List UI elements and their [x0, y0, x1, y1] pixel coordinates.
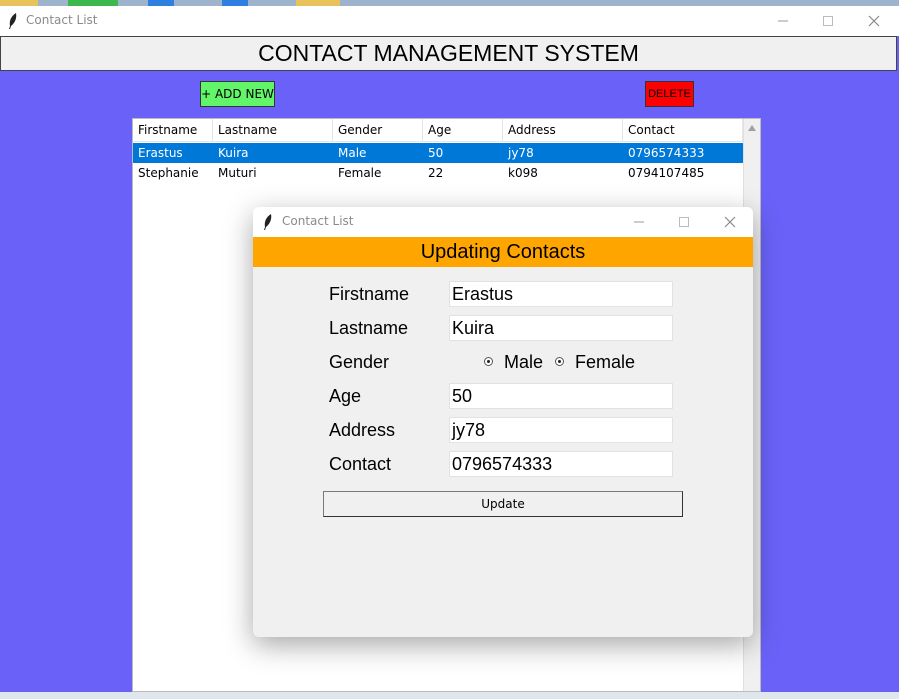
window-title: Contact List	[26, 13, 98, 27]
cell-firstname: Stephanie	[138, 166, 199, 180]
cell-address: jy78	[508, 146, 534, 160]
cell-lastname: Muturi	[218, 166, 257, 180]
minimize-icon[interactable]	[760, 6, 806, 36]
cell-contact: 0794107485	[628, 166, 705, 180]
add-new-button[interactable]: + ADD NEW	[200, 81, 275, 107]
table-row[interactable]: Erastus Kuira Male 50 jy78 0796574333	[133, 143, 743, 163]
contact-label: Contact	[329, 454, 392, 474]
gender-label: Gender	[329, 352, 390, 372]
column-header-lastname[interactable]: Lastname	[213, 119, 333, 142]
update-button[interactable]: Update	[323, 491, 683, 517]
age-label: Age	[329, 386, 362, 406]
lastname-label: Lastname	[329, 318, 409, 338]
maximize-icon[interactable]	[805, 6, 851, 36]
cell-lastname: Kuira	[218, 146, 249, 160]
update-dialog: Contact List Updating Contacts Firstname…	[253, 207, 753, 637]
address-label: Address	[329, 420, 396, 440]
column-header-age[interactable]: Age	[423, 119, 503, 142]
column-header-gender[interactable]: Gender	[333, 119, 423, 142]
dialog-heading: Updating Contacts	[253, 237, 753, 267]
address-field[interactable]: jy78	[449, 417, 673, 443]
minimize-icon[interactable]	[616, 207, 662, 237]
age-field[interactable]: 50	[449, 383, 673, 409]
column-header-address[interactable]: Address	[503, 119, 623, 142]
table-row[interactable]: Stephanie Muturi Female 22 k098 07941074…	[133, 163, 743, 183]
dialog-title-bar[interactable]: Contact List	[253, 207, 753, 237]
scroll-up-icon[interactable]	[748, 125, 756, 131]
gender-female-label[interactable]: Female	[575, 352, 635, 373]
feather-icon	[264, 214, 272, 230]
cell-gender: Female	[338, 166, 382, 180]
cell-age: 50	[428, 146, 444, 160]
lastname-field[interactable]: Kuira	[449, 315, 673, 341]
cell-contact: 0796574333	[628, 146, 705, 160]
delete-button[interactable]: DELETE	[645, 81, 694, 107]
close-icon[interactable]	[851, 6, 897, 36]
cell-gender: Male	[338, 146, 367, 160]
page-title: CONTACT MANAGEMENT SYSTEM	[0, 36, 897, 71]
gender-male-radio[interactable]	[484, 357, 493, 366]
feather-icon	[9, 13, 17, 29]
contact-field[interactable]: 0796574333	[449, 451, 673, 477]
firstname-field[interactable]: Erastus	[449, 281, 673, 307]
cell-address: k098	[508, 166, 538, 180]
column-header-firstname[interactable]: Firstname	[133, 119, 213, 142]
gender-male-label[interactable]: Male	[504, 352, 543, 373]
close-icon[interactable]	[707, 207, 753, 237]
firstname-label: Firstname	[329, 284, 410, 304]
cell-firstname: Erastus	[138, 146, 183, 160]
dialog-title: Contact List	[282, 214, 354, 228]
column-header-contact[interactable]: Contact	[623, 119, 743, 142]
cell-age: 22	[428, 166, 444, 180]
title-bar[interactable]: Contact List	[0, 6, 899, 36]
table-header: Firstname Lastname Gender Age Address Co…	[133, 119, 743, 142]
gender-female-radio[interactable]	[555, 357, 564, 366]
maximize-icon[interactable]	[661, 207, 707, 237]
